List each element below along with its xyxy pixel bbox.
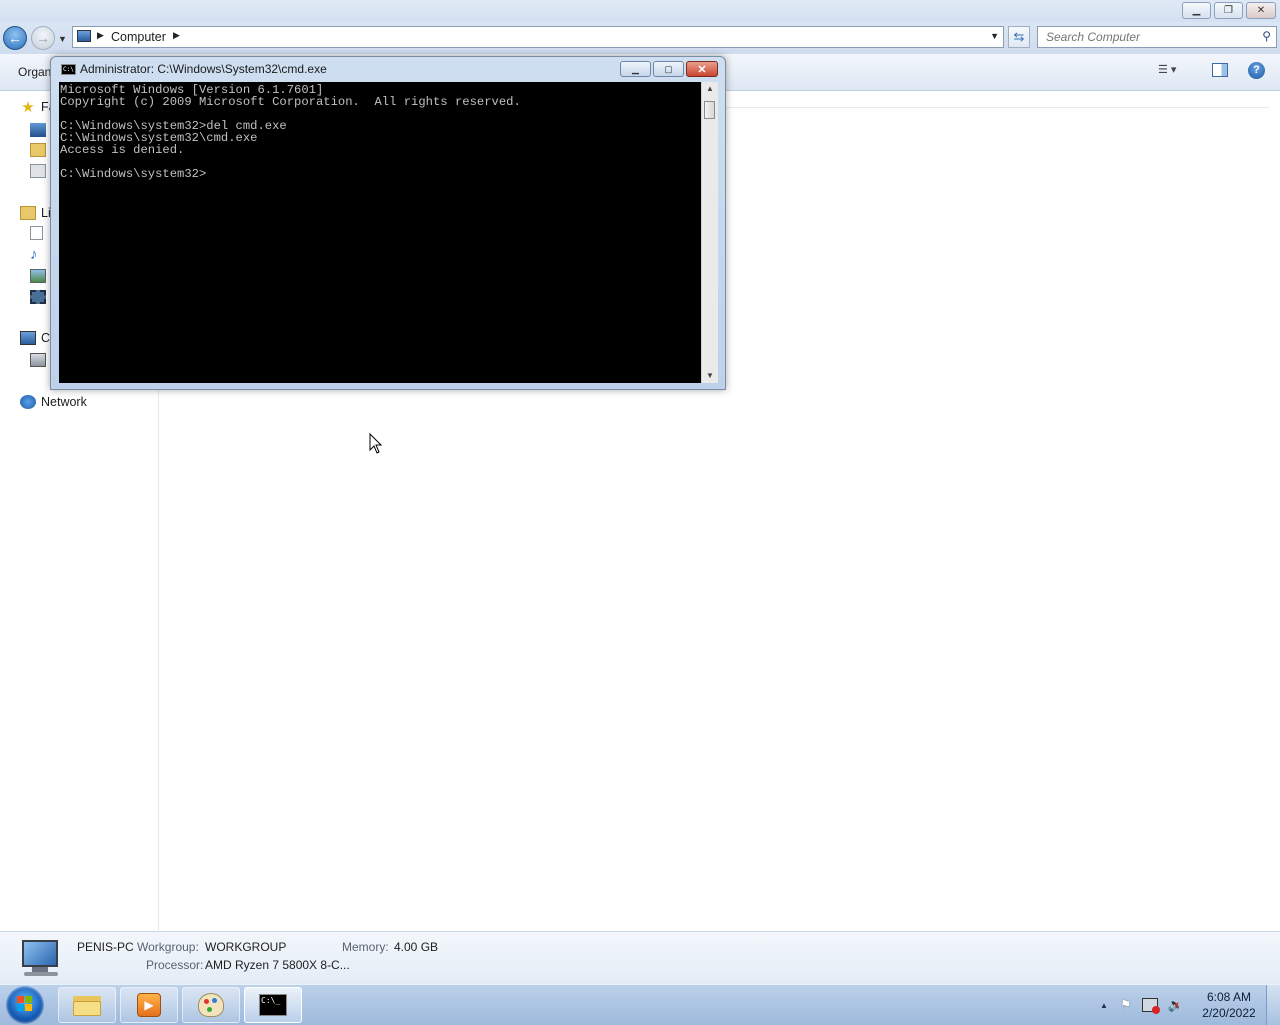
computer-icon	[18, 940, 62, 976]
libraries-icon	[20, 206, 36, 220]
workgroup-label: Workgroup:	[137, 940, 199, 954]
explorer-titlebar[interactable]: ▁ ❐ ✕	[0, 0, 1280, 22]
downloads-folder-icon	[30, 143, 46, 157]
paint-palette-icon	[198, 993, 224, 1017]
search-box[interactable]: ⚲	[1037, 26, 1277, 48]
arrow-left-icon: ←	[8, 30, 22, 46]
chevron-right-icon[interactable]: ▶	[97, 30, 104, 41]
taskbar-explorer[interactable]	[58, 987, 116, 1023]
back-button[interactable]: ←	[3, 26, 27, 50]
cmd-maximize-button[interactable]: ▢	[653, 61, 684, 77]
computer-name: PENIS-PC	[77, 940, 134, 954]
show-hidden-icons-button[interactable]: ▲	[1100, 1001, 1108, 1010]
nav-desktop[interactable]	[30, 121, 51, 139]
clock-date: 2/20/2022	[1202, 1006, 1256, 1020]
clock-time: 6:08 AM	[1206, 990, 1252, 1004]
address-bar[interactable]: ▶ Computer ▶ ▼	[72, 26, 1004, 48]
notification-area: ▲ ⚑ 🔈 x	[1100, 985, 1184, 1025]
console-scrollbar[interactable]: ▲ ▼	[701, 82, 718, 383]
desktop-icon	[30, 123, 46, 137]
cmd-minimize-button[interactable]: ▁	[620, 61, 651, 77]
windows-logo-icon	[17, 996, 33, 1012]
system-clock[interactable]: 6:08 AM 2/20/2022	[1196, 989, 1262, 1021]
preview-pane-button[interactable]	[1212, 63, 1228, 77]
network-icon	[20, 395, 36, 409]
computer-icon	[20, 331, 36, 345]
restore-button[interactable]: ❐	[1214, 2, 1243, 19]
change-view-button[interactable]: ☰ ▾	[1158, 63, 1188, 79]
nav-network-label: Network	[41, 395, 87, 409]
close-button[interactable]: ✕	[1246, 2, 1276, 19]
forward-button[interactable]: →	[31, 26, 55, 50]
documents-icon	[30, 226, 43, 240]
chevron-right-icon[interactable]: ▶	[173, 30, 180, 41]
scroll-down-arrow-icon[interactable]: ▼	[706, 371, 714, 380]
action-center-flag-icon[interactable]: ⚑	[1120, 997, 1132, 1013]
refresh-button[interactable]: ⇆	[1008, 26, 1030, 48]
start-button[interactable]	[6, 986, 44, 1024]
memory-label: Memory:	[342, 940, 389, 954]
hard-drive-icon	[30, 353, 46, 367]
memory-value: 4.00 GB	[394, 940, 439, 954]
nav-local-disk[interactable]	[30, 351, 51, 369]
show-desktop-button[interactable]	[1266, 985, 1280, 1025]
music-note-icon: ♪	[30, 245, 38, 263]
nav-pictures[interactable]	[30, 267, 51, 285]
cmd-window[interactable]: C:\ Administrator: C:\Windows\System32\c…	[50, 56, 726, 390]
nav-documents[interactable]	[30, 224, 48, 242]
breadcrumb-computer[interactable]: Computer	[111, 30, 166, 44]
nav-libraries[interactable]: Li	[20, 204, 51, 222]
nav-music[interactable]: ♪	[30, 245, 51, 263]
search-icon[interactable]: ⚲	[1262, 29, 1271, 43]
refresh-icon: ⇆	[1013, 29, 1025, 44]
nav-downloads[interactable]	[30, 141, 51, 159]
search-input[interactable]	[1044, 29, 1253, 45]
recent-places-icon	[30, 164, 46, 178]
help-button[interactable]: ?	[1248, 62, 1265, 79]
star-icon: ★	[21, 99, 35, 116]
scroll-up-arrow-icon[interactable]: ▲	[706, 84, 714, 93]
organize-button[interactable]: Organ	[18, 65, 51, 79]
processor-value: AMD Ryzen 7 5800X 8-C...	[205, 958, 350, 972]
recent-pages-dropdown[interactable]: ▼	[58, 34, 67, 44]
volume-muted-icon[interactable]: 🔈 x	[1168, 997, 1184, 1013]
network-disconnected-icon[interactable]	[1141, 998, 1160, 1014]
cmd-window-title: Administrator: C:\Windows\System32\cmd.e…	[80, 62, 327, 76]
minimize-button[interactable]: ▁	[1182, 2, 1211, 19]
pictures-icon	[30, 269, 46, 283]
taskbar-command-prompt[interactable]: C:\_	[244, 987, 302, 1023]
cmd-close-button[interactable]: ✕	[686, 61, 718, 77]
taskbar-media-player[interactable]: ▶	[120, 987, 178, 1023]
taskbar: ▶ C:\_ ▲ ⚑ 🔈 x 6:08 AM 2/20/2022	[0, 984, 1280, 1025]
nav-videos[interactable]	[30, 288, 51, 306]
nav-computer[interactable]: C	[20, 329, 50, 347]
console-output[interactable]: Microsoft Windows [Version 6.1.7601] Cop…	[59, 82, 701, 383]
nav-network[interactable]: Network	[20, 393, 87, 411]
nav-computer-label: C	[41, 331, 51, 345]
computer-icon	[77, 30, 91, 42]
workgroup-value: WORKGROUP	[205, 940, 287, 954]
mouse-cursor-icon	[369, 433, 383, 454]
console-text: Microsoft Windows [Version 6.1.7601] Cop…	[60, 83, 521, 181]
taskbar-paint[interactable]	[182, 987, 240, 1023]
cmd-icon[interactable]: C:\	[61, 64, 76, 75]
details-pane: PENIS-PC Workgroup: WORKGROUP Memory: 4.…	[0, 931, 1280, 985]
nav-recent-places[interactable]	[30, 162, 51, 180]
cmd-icon: C:\_	[259, 994, 287, 1016]
address-row: ← → ▼ ▶ Computer ▶ ▼ ⇆ ⚲	[0, 22, 1280, 54]
videos-icon	[30, 290, 46, 304]
address-history-dropdown[interactable]: ▼	[990, 31, 999, 41]
folder-icon	[73, 994, 101, 1016]
media-player-icon: ▶	[137, 993, 161, 1017]
processor-label: Processor:	[146, 958, 204, 972]
scroll-thumb[interactable]	[704, 101, 715, 119]
arrow-right-icon: →	[36, 30, 50, 46]
